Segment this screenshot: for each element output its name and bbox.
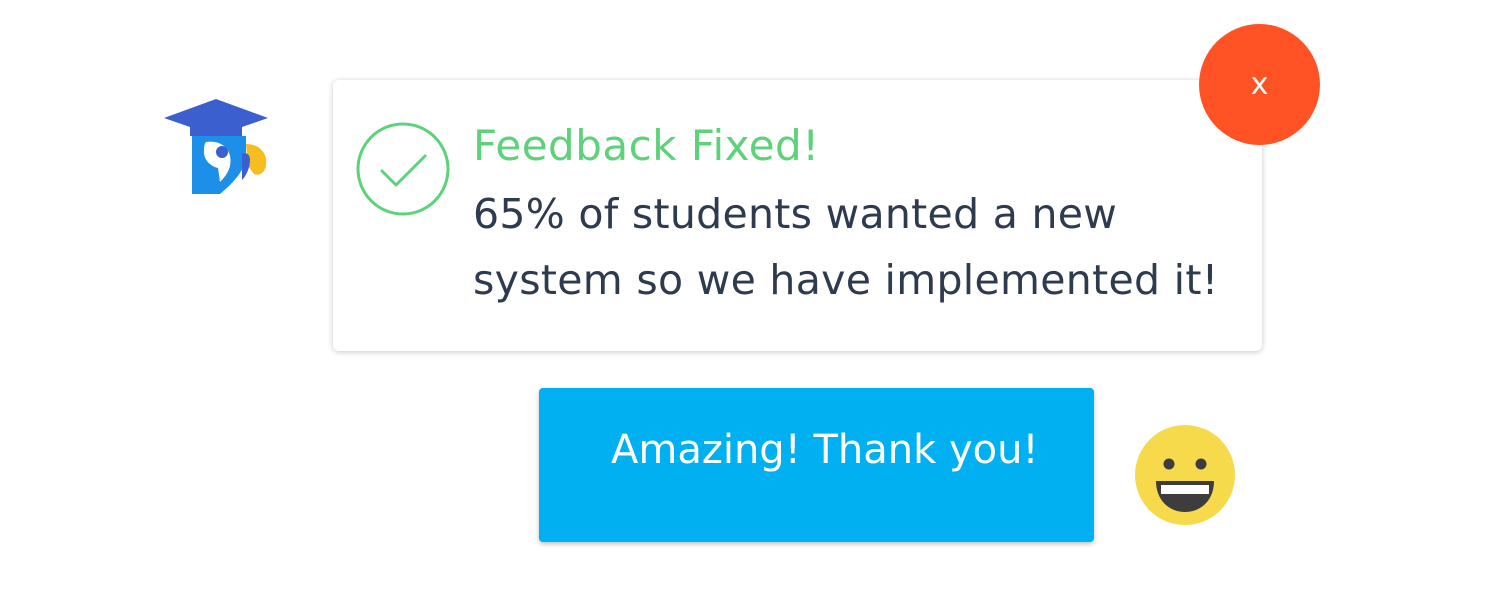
checkmark-circle-icon <box>356 122 450 216</box>
grinning-face-icon <box>1135 425 1235 525</box>
feedback-message: 65% of students wanted a new system so w… <box>473 190 1219 304</box>
reply-button[interactable]: Amazing! Thank you! <box>539 388 1094 542</box>
feedback-title: Feedback Fixed! <box>473 121 820 170</box>
reply-button-label: Amazing! Thank you! <box>611 427 1039 473</box>
feedback-card: Feedback Fixed! 65% of students wanted a… <box>333 80 1262 351</box>
parrot-logo-icon <box>164 99 268 194</box>
close-button[interactable]: x <box>1199 24 1320 145</box>
chat-stage: Feedback Fixed! 65% of students wanted a… <box>0 0 1496 600</box>
